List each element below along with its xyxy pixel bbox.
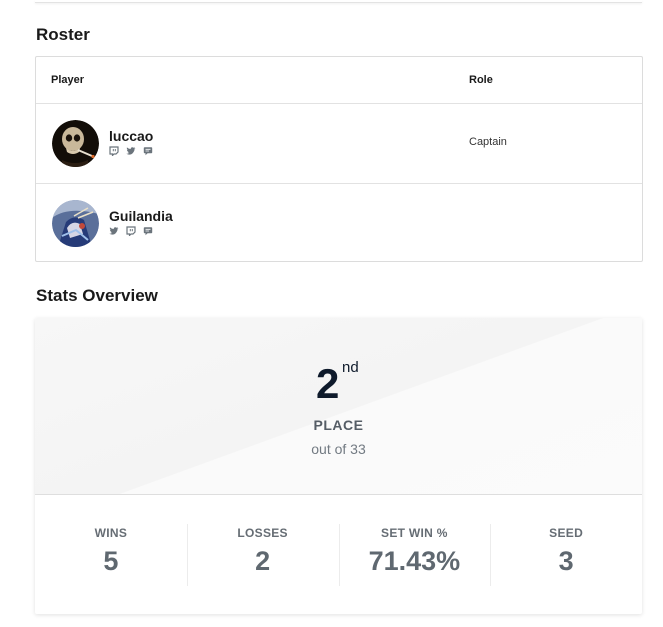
stat-label: LOSSES: [237, 526, 288, 540]
twitter-icon[interactable]: [109, 226, 119, 236]
player-name[interactable]: luccao: [109, 128, 153, 144]
column-header-player: Player: [51, 74, 85, 86]
stat-label: SET WIN %: [381, 526, 448, 540]
table-row: Guilandia: [36, 183, 642, 262]
twitter-icon[interactable]: [126, 146, 136, 156]
stat-set-win-percent: SET WIN % 71.43%: [338, 496, 491, 614]
stat-losses: LOSSES 2: [186, 496, 339, 614]
stat-value: 5: [103, 546, 119, 576]
roster-section-title: Roster: [36, 25, 90, 44]
table-row: luccao Captain: [36, 104, 642, 183]
previous-card-edge: [35, 0, 642, 3]
twitch-icon[interactable]: [109, 146, 119, 156]
stat-label: SEED: [549, 526, 584, 540]
place-ordinal-suffix: nd: [342, 359, 359, 376]
chat-icon[interactable]: [143, 226, 153, 236]
player-socials: [109, 226, 153, 236]
player-role: Captain: [469, 136, 507, 148]
stats-overview-card: 2 nd PLACE out of 33 WINS 5 LOSSES 2 SET…: [35, 318, 642, 614]
place-number: 2: [316, 360, 340, 407]
player-socials: [109, 146, 153, 156]
stats-row: WINS 5 LOSSES 2 SET WIN % 71.43% SEED 3: [35, 496, 642, 614]
stat-value: 2: [255, 546, 271, 576]
stat-value: 3: [558, 546, 574, 576]
stat-value: 71.43%: [368, 546, 461, 576]
avatar[interactable]: [52, 200, 99, 247]
roster-table-header: Player Role: [36, 57, 642, 104]
stats-section-title: Stats Overview: [36, 286, 158, 305]
column-header-role: Role: [469, 74, 493, 86]
place-label: PLACE: [313, 417, 364, 433]
avatar[interactable]: [52, 120, 99, 167]
stat-wins: WINS 5: [35, 496, 187, 614]
player-name[interactable]: Guilandia: [109, 208, 173, 224]
stat-seed: SEED 3: [490, 496, 642, 614]
stat-label: WINS: [94, 526, 128, 540]
placement-hero: 2 nd PLACE out of 33: [35, 318, 642, 495]
roster-table: Player Role luccao Captain Guilandia: [35, 56, 643, 262]
twitch-icon[interactable]: [126, 226, 136, 236]
chat-icon[interactable]: [143, 146, 153, 156]
place-out-of: out of 33: [311, 441, 366, 457]
